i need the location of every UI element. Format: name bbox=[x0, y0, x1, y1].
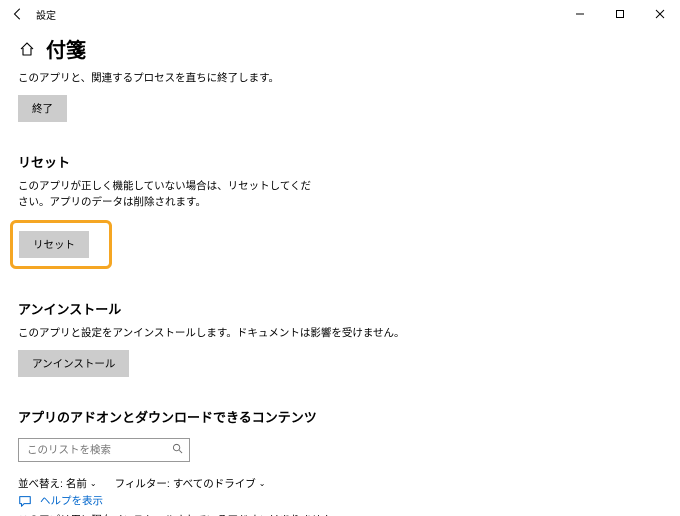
chat-icon bbox=[18, 494, 32, 508]
sort-label: 並べ替え: bbox=[18, 476, 63, 491]
help-link[interactable]: ヘルプを表示 bbox=[18, 493, 103, 508]
maximize-button[interactable] bbox=[600, 0, 640, 28]
sort-dropdown[interactable]: 並べ替え: 名前 ⌄ bbox=[18, 476, 97, 491]
addons-heading: アプリのアドオンとダウンロードできるコンテンツ bbox=[18, 407, 662, 426]
back-button[interactable] bbox=[8, 4, 28, 24]
terminate-description: このアプリと、関連するプロセスを直ちに終了します。 bbox=[18, 71, 662, 87]
addons-search-box[interactable] bbox=[18, 438, 190, 462]
filter-dropdown[interactable]: フィルター: すべてのドライブ ⌄ bbox=[115, 476, 266, 491]
chevron-down-icon: ⌄ bbox=[90, 479, 97, 488]
uninstall-heading: アンインストール bbox=[18, 299, 662, 318]
help-link-label: ヘルプを表示 bbox=[40, 493, 103, 508]
reset-description: このアプリが正しく機能していない場合は、リセットしてください。アプリのデータは削… bbox=[18, 179, 318, 211]
uninstall-description: このアプリと設定をアンインストールします。ドキュメントは影響を受けません。 bbox=[18, 326, 662, 342]
home-icon[interactable] bbox=[18, 40, 36, 58]
reset-heading: リセット bbox=[18, 152, 662, 171]
addons-search-row bbox=[18, 438, 662, 462]
addons-sort-row: 並べ替え: 名前 ⌄ フィルター: すべてのドライブ ⌄ bbox=[18, 476, 662, 491]
addons-search-input[interactable] bbox=[25, 443, 165, 457]
window-title: 設定 bbox=[36, 7, 56, 22]
search-icon bbox=[172, 443, 183, 457]
filter-label: フィルター: bbox=[115, 476, 170, 491]
terminate-button[interactable]: 終了 bbox=[18, 95, 67, 122]
page-title: 付箋 bbox=[46, 34, 86, 63]
close-button[interactable] bbox=[640, 0, 680, 28]
content-area: 付箋 このアプリと、関連するプロセスを直ちに終了します。 終了 リセット このア… bbox=[0, 34, 680, 516]
uninstall-button[interactable]: アンインストール bbox=[18, 350, 129, 377]
reset-button[interactable]: リセット bbox=[19, 231, 89, 258]
minimize-button[interactable] bbox=[560, 0, 600, 28]
sort-value: 名前 bbox=[66, 476, 87, 491]
page-header: 付箋 bbox=[18, 34, 662, 63]
chevron-down-icon: ⌄ bbox=[259, 479, 266, 488]
reset-highlight: リセット bbox=[10, 220, 112, 269]
window-controls bbox=[560, 0, 680, 28]
filter-value: すべてのドライブ bbox=[173, 476, 256, 491]
titlebar: 設定 bbox=[0, 0, 680, 28]
